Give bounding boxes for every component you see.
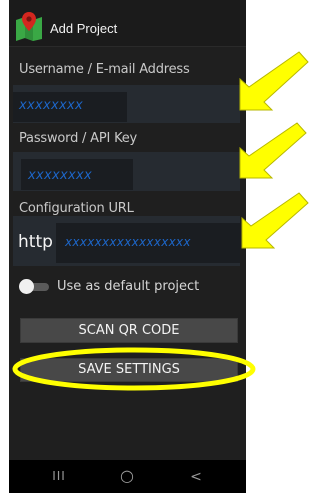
config-url-label: Configuration URL: [19, 201, 134, 216]
config-url-prefix: http: [18, 232, 53, 252]
annotation-arrows: [239, 51, 309, 249]
app-bar: Add Project: [9, 0, 246, 47]
map-marker-icon: [16, 12, 42, 41]
annotation-arrow-icon: [241, 192, 309, 249]
config-url-value: xxxxxxxxxxxxxxxxx: [65, 235, 191, 249]
password-label: Password / API Key: [19, 131, 138, 146]
username-label: Username / E-mail Address: [19, 62, 190, 77]
home-icon[interactable]: ○: [112, 466, 142, 485]
config-url-field[interactable]: http xxxxxxxxxxxxxxxxx: [13, 216, 240, 266]
username-field[interactable]: xxxxxxxx: [13, 85, 240, 123]
annotation-arrow-icon: [239, 122, 307, 179]
annotation-arrow-icon: [239, 51, 309, 111]
recents-icon[interactable]: III: [44, 469, 74, 483]
phone-screen: Add Project Username / E-mail Address xx…: [9, 0, 246, 493]
save-settings-button[interactable]: SAVE SETTINGS: [20, 358, 238, 382]
password-field[interactable]: xxxxxxxx: [13, 152, 240, 191]
username-value: xxxxxxxx: [19, 98, 83, 113]
page-title: Add Project: [50, 21, 118, 36]
scan-qr-button[interactable]: SCAN QR CODE: [20, 318, 238, 343]
default-project-label: Use as default project: [57, 279, 200, 294]
android-nav-bar: III ○ <: [9, 460, 246, 493]
back-icon[interactable]: <: [181, 469, 211, 485]
password-value: xxxxxxxx: [28, 168, 92, 183]
toggle-knob: [19, 279, 34, 294]
default-project-toggle[interactable]: [19, 279, 49, 294]
